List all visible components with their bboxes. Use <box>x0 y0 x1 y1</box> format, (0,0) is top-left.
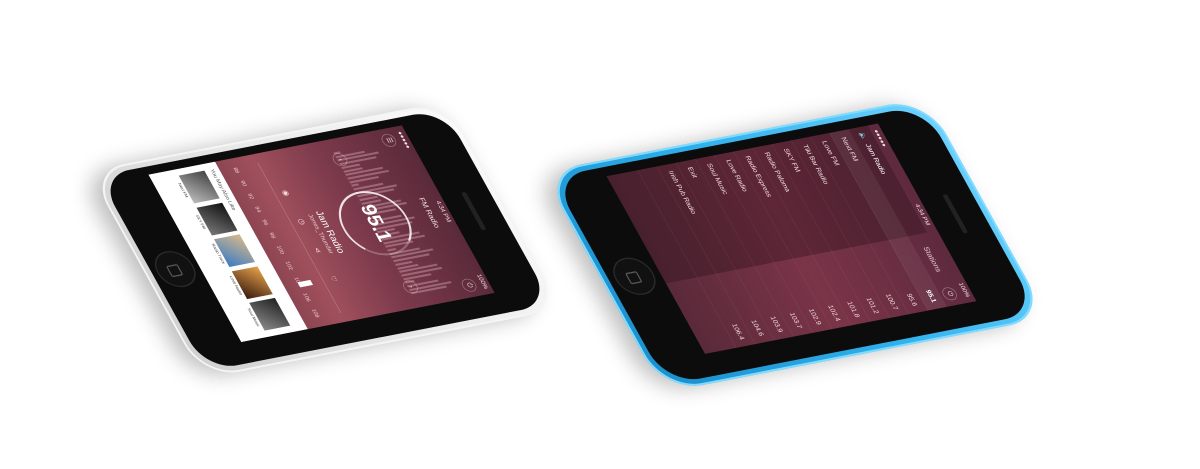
blue-phone: ●●●●● 4:34 PM 100% 🔈 Jam Radio Stations … <box>541 97 1049 393</box>
station-frequency: 101.8 <box>845 300 861 318</box>
white-phone: ●●●●● 4:34 PM 100% ☰ FM Radio ⏻ 95.1 ‹ ›… <box>88 101 562 379</box>
station-frequency: 95.1 <box>923 289 938 304</box>
cover-item[interactable]: Soul Music <box>243 297 291 332</box>
speaker-icon: 🔈 <box>857 131 869 141</box>
record-icon[interactable]: ◉ <box>280 189 292 197</box>
heart-icon[interactable]: ♡ <box>328 275 340 283</box>
station-frequency: 103.9 <box>768 315 785 333</box>
share-icon[interactable]: ⋖ <box>312 247 324 254</box>
station-frequency: 95.6 <box>904 293 919 307</box>
cover-item[interactable]: Radio Track <box>208 234 255 268</box>
mockup-stage: ●●●●● 4:34 PM 100% ☰ FM Radio ⏻ 95.1 ‹ ›… <box>0 0 1200 469</box>
station-frequency: 102.4 <box>825 304 842 322</box>
station-frequency: 102.9 <box>806 308 823 326</box>
station-frequency: 100.7 <box>883 293 900 311</box>
station-frequency: 103.7 <box>787 312 804 330</box>
station-frequency: 104.6 <box>749 319 765 337</box>
cover-item[interactable]: Love Radio <box>226 266 273 300</box>
station-name: Exit <box>685 166 699 179</box>
eq-bar <box>351 183 360 187</box>
station-frequency: 106.4 <box>729 323 746 341</box>
station-frequency: 101.2 <box>864 297 881 315</box>
timer-icon[interactable]: ◷ <box>296 218 308 226</box>
